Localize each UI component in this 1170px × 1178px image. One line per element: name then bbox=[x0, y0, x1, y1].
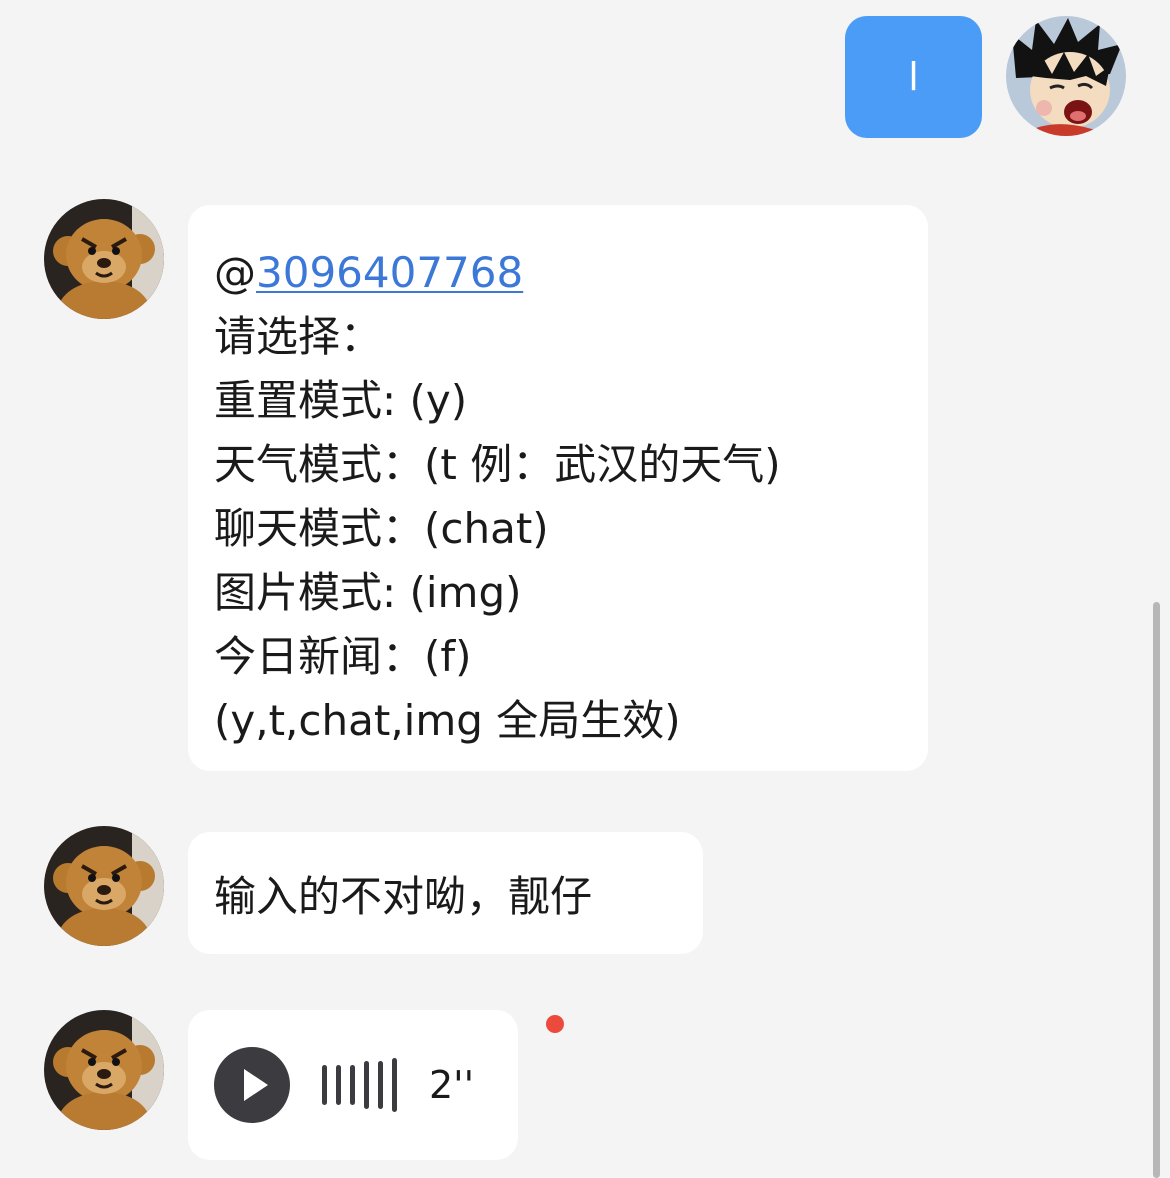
menu-line-image: 图片模式: (img) bbox=[214, 568, 522, 617]
text-message-bubble[interactable]: 输入的不对呦，靓仔 bbox=[188, 832, 703, 954]
menu-line-prompt: 请选择： bbox=[214, 312, 383, 361]
voice-message-bubble[interactable]: 2'' bbox=[188, 1010, 518, 1160]
voice-waveform-icon bbox=[322, 1055, 397, 1115]
chat-view: l @3096407768 请选择： 重置模式: (y) 天气模式：(t 例：武… bbox=[0, 0, 1170, 1178]
teddy-monkey-avatar-icon bbox=[44, 826, 164, 946]
bot-avatar[interactable] bbox=[44, 826, 164, 946]
mention-prefix: @ bbox=[214, 248, 256, 297]
menu-line-news: 今日新闻：(f) bbox=[214, 632, 472, 681]
user-avatar[interactable] bbox=[1006, 16, 1126, 136]
cartoon-boy-avatar-icon bbox=[1006, 16, 1126, 136]
menu-line-global: (y,t,chat,img 全局生效) bbox=[214, 696, 681, 745]
menu-line-weather: 天气模式：(t 例：武汉的天气) bbox=[214, 440, 781, 489]
menu-line-reset: 重置模式: (y) bbox=[214, 376, 468, 425]
bot-avatar[interactable] bbox=[44, 199, 164, 319]
mention-link[interactable]: 3096407768 bbox=[256, 248, 523, 297]
menu-line-chat: 聊天模式：(chat) bbox=[214, 504, 549, 553]
outgoing-message-bubble[interactable]: l bbox=[845, 16, 982, 138]
teddy-monkey-avatar-icon bbox=[44, 1010, 164, 1130]
scrollbar[interactable] bbox=[1153, 602, 1160, 1178]
outgoing-message-text: l bbox=[908, 55, 919, 99]
mention-line: @3096407768 bbox=[214, 241, 902, 305]
voice-duration: 2'' bbox=[429, 1063, 475, 1107]
menu-message-bubble[interactable]: @3096407768 请选择： 重置模式: (y) 天气模式：(t 例：武汉的… bbox=[188, 205, 928, 771]
play-icon bbox=[244, 1069, 268, 1101]
teddy-monkey-avatar-icon bbox=[44, 199, 164, 319]
bot-avatar[interactable] bbox=[44, 1010, 164, 1130]
text-message-content: 输入的不对呦，靓仔 bbox=[214, 871, 593, 921]
unread-dot bbox=[546, 1015, 564, 1033]
play-button[interactable] bbox=[214, 1047, 290, 1123]
